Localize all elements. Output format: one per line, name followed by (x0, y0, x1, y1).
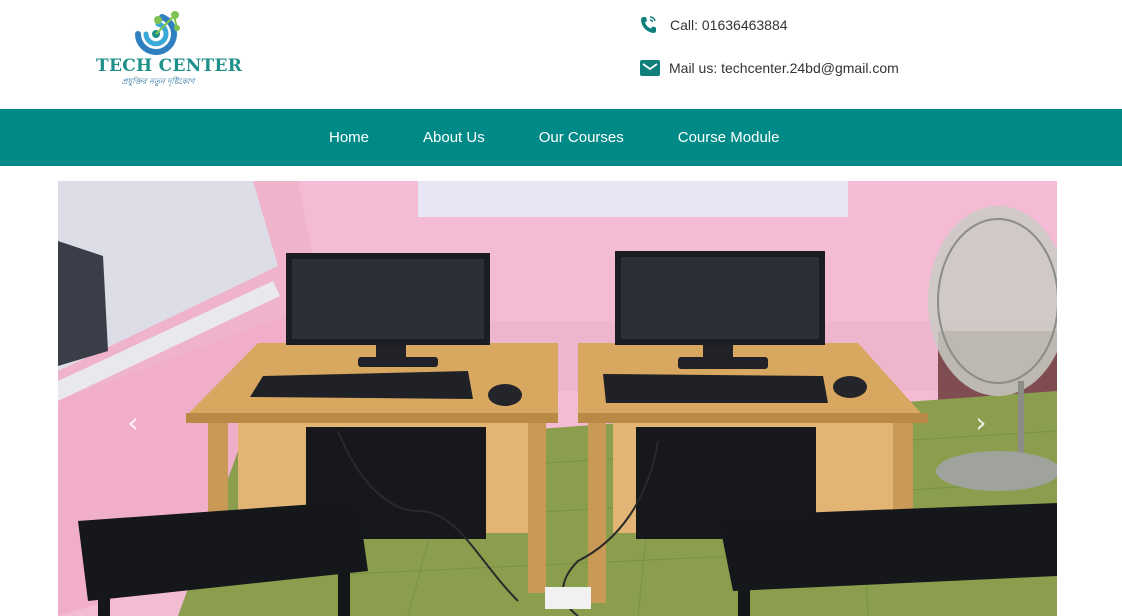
logo-title: TECH CENTER (96, 56, 243, 76)
site-header: TECH CENTER প্রযুক্তির নতুন দৃষ্টিকোণ Ca… (0, 0, 1122, 109)
contact-mail[interactable]: Mail us: techcenter.24bd@gmail.com (639, 57, 899, 79)
mail-text: Mail us: techcenter.24bd@gmail.com (669, 60, 899, 76)
nav-menu: Home About Us Our Courses Course Module (302, 109, 806, 166)
main-navbar: Home About Us Our Courses Course Module (0, 109, 1122, 166)
chevron-left-icon: ‹ (127, 405, 139, 439)
phone-icon (641, 16, 656, 33)
envelope-icon (640, 60, 660, 76)
logo-tagline: প্রযুক্তির নতুন দৃষ্টিকোণ (121, 77, 195, 86)
logo[interactable]: TECH CENTER প্রযুক্তির নতুন দৃষ্টিকোণ (96, 8, 243, 90)
chevron-right-icon: › (975, 405, 987, 439)
hero-carousel: ‹ › (58, 181, 1057, 616)
nav-item-home[interactable]: Home (302, 109, 396, 166)
contact-call[interactable]: Call: 01636463884 (638, 14, 788, 36)
carousel-next-button[interactable]: › (966, 405, 996, 439)
computer-lab-photo (58, 181, 1057, 616)
nav-item-about-us[interactable]: About Us (396, 109, 512, 166)
call-text: Call: 01636463884 (670, 17, 788, 33)
logo-mark-icon (135, 11, 180, 55)
nav-item-our-courses[interactable]: Our Courses (512, 109, 651, 166)
nav-item-course-module[interactable]: Course Module (651, 109, 807, 166)
carousel-prev-button[interactable]: ‹ (118, 405, 148, 439)
